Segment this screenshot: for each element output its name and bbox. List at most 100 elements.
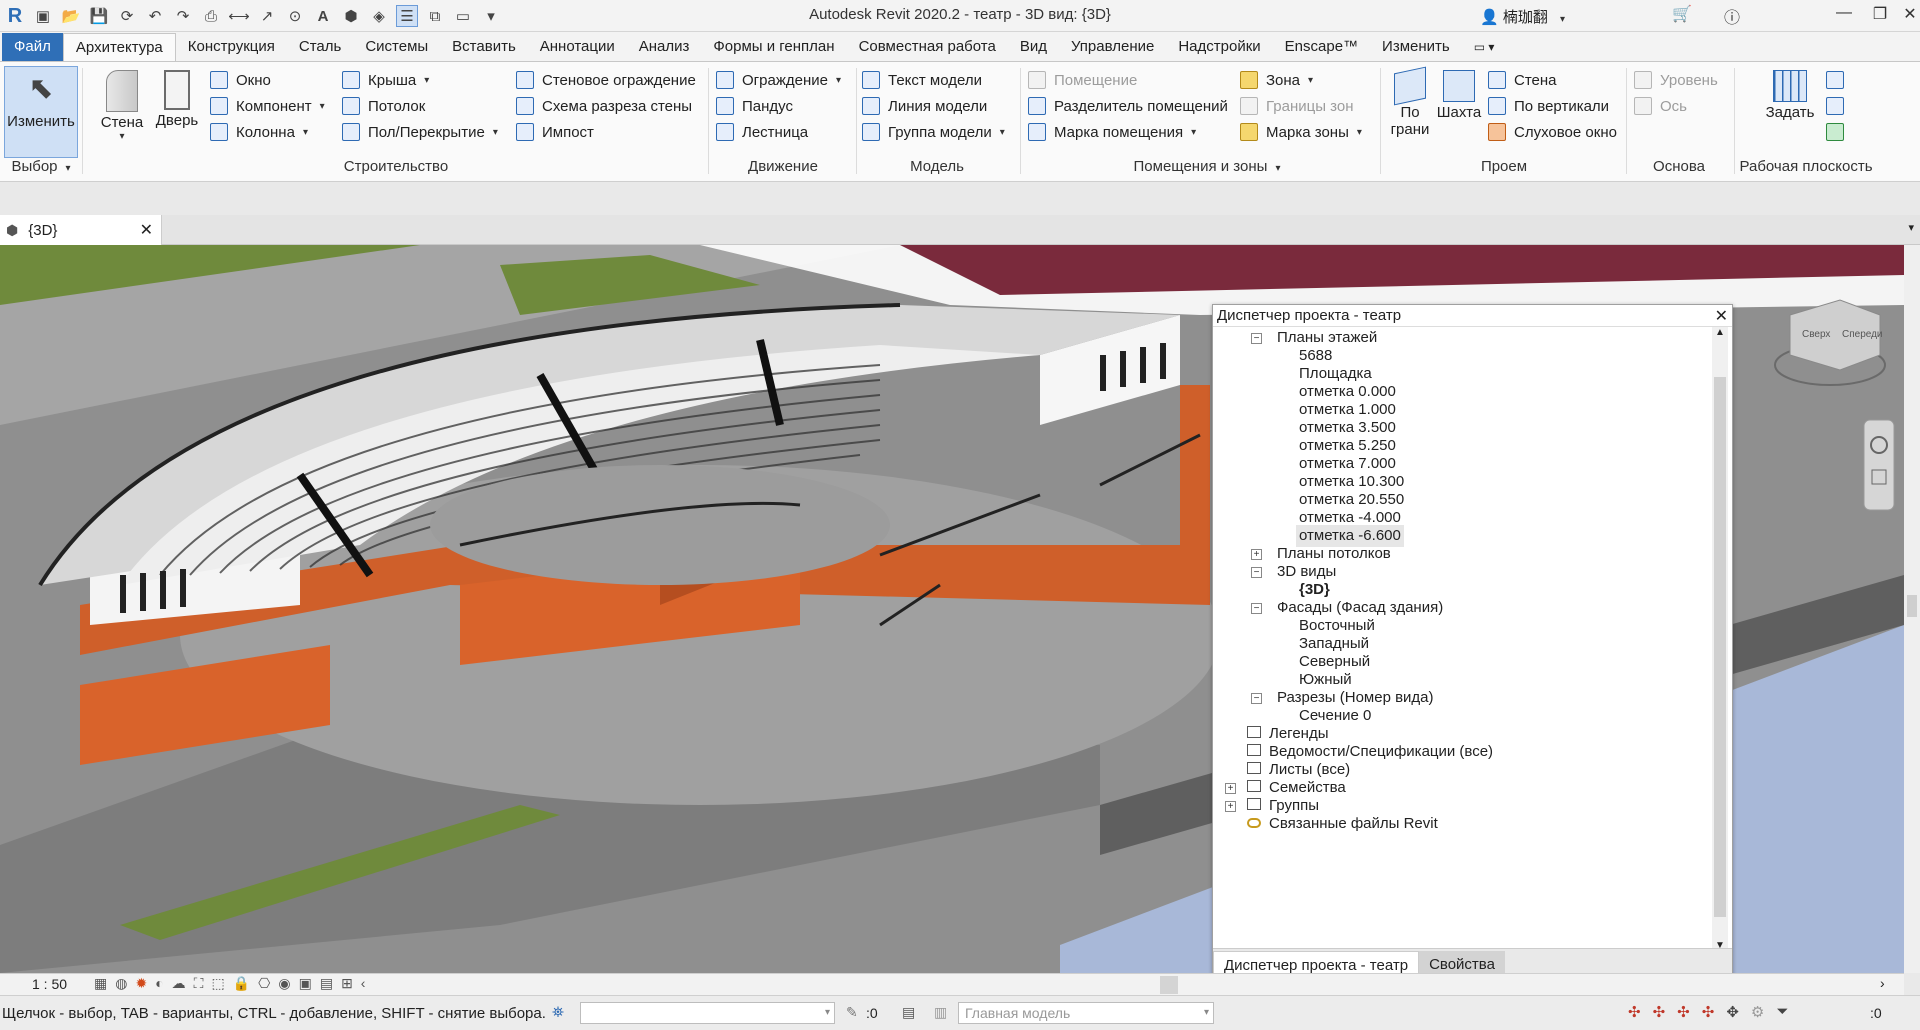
- area-tag-button[interactable]: Марка зоны ▾: [1240, 120, 1362, 144]
- tab-insert[interactable]: Вставить: [440, 33, 528, 61]
- analytical-icon[interactable]: ⊞: [341, 975, 353, 992]
- vertical-opening-button[interactable]: По вертикали: [1488, 94, 1609, 118]
- tab-analyze[interactable]: Анализ: [627, 33, 702, 61]
- measure-icon[interactable]: ⟷: [228, 5, 250, 27]
- select-by-face-icon[interactable]: ✣: [1702, 1003, 1715, 1021]
- sync-icon[interactable]: ⟳: [116, 5, 138, 27]
- scroll-up-icon[interactable]: ▲: [1712, 327, 1728, 338]
- close-button[interactable]: ✕: [1892, 4, 1920, 28]
- render-icon[interactable]: ☁: [172, 975, 186, 992]
- collapse-floor-plans-icon[interactable]: −: [1251, 333, 1262, 344]
- tab-collaborate[interactable]: Совместная работа: [847, 33, 1008, 61]
- column-button[interactable]: Колонна ▾: [210, 120, 308, 144]
- workset-combo[interactable]: ▾: [580, 1002, 835, 1024]
- save-icon[interactable]: 💾: [88, 5, 110, 27]
- expand-ceiling-plans-icon[interactable]: +: [1251, 549, 1262, 560]
- background-processes-icon[interactable]: ⚙: [1751, 1003, 1764, 1021]
- tab-list-icon[interactable]: ▾: [1908, 221, 1914, 234]
- panel-toggle-icon[interactable]: ▭ ▾: [1462, 33, 1507, 61]
- show-workplane-icon[interactable]: [1826, 68, 1852, 92]
- tab-architecture[interactable]: Архитектура: [62, 33, 176, 61]
- viewport-vertical-scrollbar[interactable]: [1904, 245, 1920, 973]
- crop-region-icon[interactable]: ⛶: [194, 975, 204, 992]
- dormer-button[interactable]: Слуховое окно: [1488, 120, 1617, 144]
- set-workplane-button[interactable]: Задать: [1760, 66, 1820, 121]
- scroll-right-icon[interactable]: ›: [1880, 975, 1885, 991]
- roof-button[interactable]: Крыша ▾: [342, 68, 429, 92]
- section-icon[interactable]: ◈: [368, 5, 390, 27]
- select-underlay-icon[interactable]: ✣: [1653, 1003, 1666, 1021]
- curtain-grid-button[interactable]: Схема разреза стены: [516, 94, 692, 118]
- tab-addins[interactable]: Надстройки: [1166, 33, 1272, 61]
- wall-button[interactable]: Стена ▾: [94, 66, 150, 142]
- area-boundary-button[interactable]: Границы зон: [1240, 94, 1354, 118]
- horizontal-scroll-thumb[interactable]: [1160, 976, 1178, 994]
- tab-enscape[interactable]: Enscape™: [1273, 33, 1370, 61]
- room-separator-button[interactable]: Разделитель помещений: [1028, 94, 1228, 118]
- customize-qat-icon[interactable]: ▾: [480, 5, 502, 27]
- select-links-icon[interactable]: ✣: [1628, 1003, 1641, 1021]
- temporary-hide-icon[interactable]: ⎔: [258, 975, 270, 992]
- room-button[interactable]: Помещение: [1028, 68, 1137, 92]
- stair-button[interactable]: Лестница: [716, 120, 808, 144]
- browser-scroll-thumb[interactable]: [1714, 377, 1726, 917]
- expand-groups-icon[interactable]: +: [1225, 801, 1236, 812]
- tab-annotate[interactable]: Аннотации: [528, 33, 627, 61]
- worksharing-icon[interactable]: ▤: [320, 975, 333, 992]
- panel-title-select[interactable]: Выбор ▾: [6, 158, 76, 175]
- ramp-button[interactable]: Пандус: [716, 94, 793, 118]
- visual-style-icon[interactable]: ◍: [115, 975, 127, 992]
- close-hidden-icon[interactable]: ⧉: [424, 5, 446, 27]
- tree-revit-links[interactable]: Связанные файлы Revit: [1247, 813, 1438, 835]
- tab-steel[interactable]: Сталь: [287, 33, 353, 61]
- redo-icon[interactable]: ↷: [172, 5, 194, 27]
- tab-massing[interactable]: Формы и генплан: [701, 33, 846, 61]
- undo-icon[interactable]: ↶: [144, 5, 166, 27]
- modify-button[interactable]: ⬉ Изменить: [4, 66, 78, 158]
- filter-icon[interactable]: ⏷: [1776, 1003, 1788, 1021]
- ceiling-button[interactable]: Потолок: [342, 94, 425, 118]
- thin-lines-icon[interactable]: ☰: [396, 5, 418, 27]
- area-button[interactable]: Зона ▾: [1240, 68, 1313, 92]
- select-pinned-icon[interactable]: ✣: [1677, 1003, 1690, 1021]
- shadows-icon[interactable]: ◐: [155, 975, 163, 992]
- switch-windows-icon[interactable]: ▭: [452, 5, 474, 27]
- door-button[interactable]: Дверь: [152, 66, 202, 129]
- model-group-button[interactable]: Группа модели ▾: [862, 120, 1005, 144]
- curtain-system-button[interactable]: Стеновое ограждение: [516, 68, 696, 92]
- user-signin[interactable]: 👤 楠珈翻 ▾: [1480, 6, 1565, 27]
- floor-button[interactable]: Пол/Перекрытие ▾: [342, 120, 498, 144]
- model-text-button[interactable]: Текст модели: [862, 68, 982, 92]
- window-button[interactable]: Окно: [210, 68, 271, 92]
- design-options-icon[interactable]: ▤: [902, 1004, 915, 1021]
- tab-file[interactable]: Файл: [2, 33, 63, 61]
- dimension-icon[interactable]: ↗: [256, 5, 278, 27]
- grid-button[interactable]: Ось: [1634, 94, 1687, 118]
- workset-icon[interactable]: ⛯: [552, 1004, 564, 1021]
- scroll-left-icon[interactable]: ‹: [361, 975, 366, 992]
- print-icon[interactable]: ⎙: [200, 5, 222, 27]
- view-tab-3d[interactable]: ⬢ {3D} ✕: [0, 215, 162, 245]
- by-face-button[interactable]: По грани: [1386, 66, 1434, 138]
- expand-families-icon[interactable]: +: [1225, 783, 1236, 794]
- wall-opening-button[interactable]: Стена: [1488, 68, 1557, 92]
- text-icon[interactable]: A: [312, 5, 334, 27]
- detail-level-icon[interactable]: ▦: [94, 975, 107, 992]
- ref-plane-icon[interactable]: [1826, 94, 1852, 118]
- sun-path-icon[interactable]: ✹: [135, 975, 147, 992]
- tab-view[interactable]: Вид: [1008, 33, 1059, 61]
- tag-icon[interactable]: ⊙: [284, 5, 306, 27]
- lock-view-icon[interactable]: 🔒: [233, 975, 250, 992]
- drag-elements-icon[interactable]: ✥: [1726, 1003, 1739, 1021]
- collapse-elevations-icon[interactable]: −: [1251, 603, 1262, 614]
- railing-button[interactable]: Ограждение ▾: [716, 68, 841, 92]
- revit-logo-icon[interactable]: R: [4, 5, 26, 27]
- model-line-button[interactable]: Линия модели: [862, 94, 987, 118]
- viewer-icon[interactable]: [1826, 120, 1852, 144]
- navigation-bar[interactable]: [1863, 419, 1895, 511]
- close-browser-icon[interactable]: ✕: [1715, 306, 1728, 326]
- minimize-button[interactable]: —: [1826, 4, 1862, 28]
- tab-modify[interactable]: Изменить: [1370, 33, 1462, 61]
- design-option-set-icon[interactable]: ▥: [934, 1004, 947, 1021]
- temp-props-icon[interactable]: ▣: [299, 975, 312, 992]
